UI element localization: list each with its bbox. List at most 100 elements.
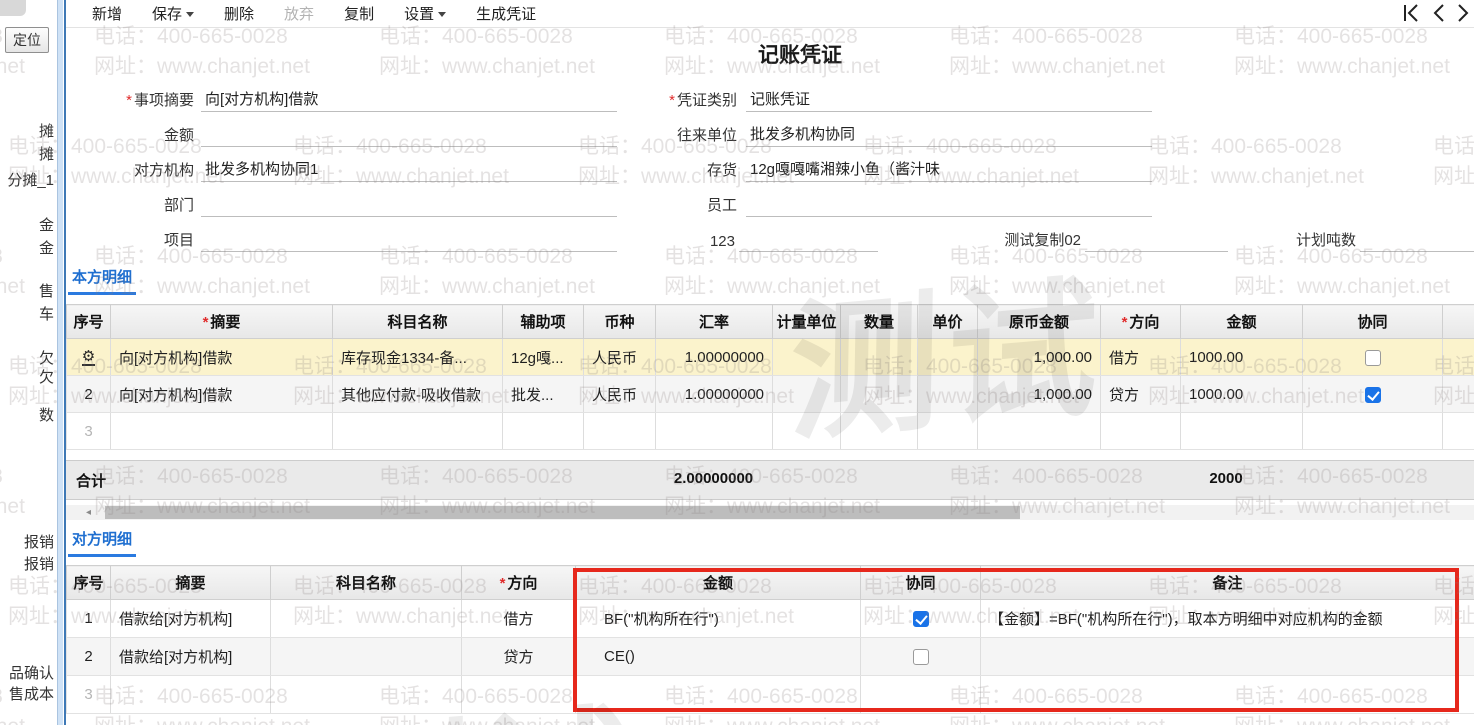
sidebar-item-fragment[interactable]: 品确认 (9, 662, 54, 683)
cell-direction[interactable]: 借方 (461, 599, 576, 638)
cell-account[interactable]: 其他应付款-吸收借款 (332, 375, 503, 413)
field-partner: 往来单位 批发多机构协同 (637, 121, 1157, 147)
cell-unit[interactable] (772, 375, 841, 413)
cell-direction[interactable]: 借方 (1100, 338, 1181, 376)
cell-summary[interactable]: 借款给[对方机构] (110, 637, 271, 676)
caret-down-icon (438, 12, 447, 17)
caret-down-icon (186, 12, 195, 17)
sidebar-item-fragment[interactable]: 摊 (39, 120, 54, 141)
cell-direction[interactable]: 贷方 (461, 637, 576, 676)
collab-checkbox[interactable] (912, 649, 929, 666)
settings-button[interactable]: 设置 (404, 3, 447, 24)
employee-input[interactable] (746, 214, 1152, 217)
counter-org-input[interactable]: 批发多机构协同1 (201, 158, 617, 182)
table-row: 2 向[对方机构]借款 其他应付款-吸收借款 批发... 人民币 1.00000… (66, 375, 1474, 413)
cell-note[interactable] (980, 637, 1474, 676)
sidebar-item-fragment[interactable]: 数 (39, 404, 54, 425)
page-title: 记账凭证 (758, 44, 842, 67)
totals-amount: 2000 (1209, 470, 1243, 487)
cell-summary[interactable]: 向[对方机构]借款 (110, 375, 333, 413)
cell-unit[interactable] (772, 338, 841, 376)
cell-seq[interactable]: 3 (66, 675, 111, 714)
collab-checkbox[interactable] (1364, 349, 1381, 366)
custom-123-input[interactable] (739, 249, 878, 252)
cell-seq[interactable]: 3 (66, 412, 111, 450)
next-record-icon[interactable] (1456, 2, 1472, 24)
custom-testcopy-input[interactable] (1085, 249, 1228, 252)
field-summary: * 事项摘要 向[对方机构]借款 (72, 86, 624, 112)
cell-summary[interactable]: 借款给[对方机构] (110, 599, 271, 638)
tab-local-detail[interactable]: 本方明细 (68, 266, 137, 295)
project-input[interactable] (201, 249, 617, 252)
new-button[interactable]: 新增 (92, 3, 122, 24)
table-row: 2 借款给[对方机构] 贷方 CE() (66, 637, 1474, 676)
inventory-input[interactable]: 12g嘎嘎嘴湘辣小鱼（酱汁味 (746, 158, 1152, 182)
collab-checkbox[interactable] (1364, 386, 1381, 403)
tab-counterparty-detail[interactable]: 对方明细 (68, 528, 137, 557)
summary-input[interactable]: 向[对方机构]借款 (201, 88, 617, 112)
sidebar-item-fragment[interactable]: 摊 (39, 143, 54, 164)
amount-input[interactable] (201, 144, 617, 147)
cell-price[interactable] (917, 338, 978, 376)
cell-account[interactable] (270, 599, 462, 638)
save-button[interactable]: 保存 (152, 3, 195, 24)
sidebar-item-fragment[interactable]: 售成本 (9, 683, 54, 704)
scroll-left-arrow-icon[interactable]: ◂ (86, 507, 91, 518)
row-settings-gear-icon[interactable]: ⚙ (81, 349, 96, 366)
table-row: 3 (66, 412, 1474, 450)
previous-record-icon[interactable] (1430, 2, 1446, 24)
sidebar-item-fragment[interactable]: 欠 (39, 347, 54, 368)
sidebar-item-fragment[interactable]: 欠 (39, 366, 54, 387)
table-row: ⚙ 向[对方机构]借款 库存现金1334-备... 12g嘎... 人民币 1.… (66, 338, 1474, 376)
cell-summary[interactable]: 向[对方机构]借款 (110, 338, 333, 376)
voucher-type-input[interactable]: 记账凭证 (746, 88, 1152, 112)
sidebar-item-fragment[interactable]: 分摊_1 (7, 169, 54, 190)
sidebar-item-fragment[interactable]: 金 (39, 214, 54, 235)
sidebar-item-fragment[interactable]: 售 (39, 280, 54, 301)
horizontal-scrollbar[interactable]: ◂ (66, 505, 1474, 520)
cell-amount-formula[interactable]: CE() (575, 637, 861, 676)
collab-checkbox[interactable] (912, 611, 929, 628)
cell-note[interactable]: 【金额】=BF("机构所在行")，取本方明细中对应机构的金额 (980, 599, 1474, 638)
cell-qty[interactable] (840, 375, 918, 413)
table-row: 3 (66, 675, 1474, 714)
cell-price[interactable] (917, 375, 978, 413)
cell-currency[interactable]: 人民币 (583, 338, 656, 376)
sidebar-item-fragment[interactable]: 报销 (24, 531, 54, 552)
cell-seq[interactable]: 2 (66, 375, 111, 413)
cell-rate[interactable]: 1.00000000 (655, 375, 773, 413)
cell-account[interactable]: 库存现金1334-备... (332, 338, 503, 376)
sidebar-divider[interactable] (57, 0, 66, 725)
table-header-row: 序号 * 摘要 科目名称 辅助项 币种 汇率 计量单位 数量 单价 原币金额 * 方… (66, 304, 1474, 339)
copy-button[interactable]: 复制 (344, 3, 374, 24)
cell-currency[interactable]: 人民币 (583, 375, 656, 413)
cell-orig-amount[interactable]: 1,000.00 (977, 338, 1101, 376)
scrollbar-thumb[interactable] (105, 506, 1020, 519)
cell-seq[interactable]: 1 (66, 599, 111, 638)
field-amount: 金额 (72, 121, 624, 147)
cell-orig-amount[interactable]: 1,000.00 (977, 375, 1101, 413)
sidebar-item-fragment[interactable]: 金 (39, 237, 54, 258)
cell-aux[interactable]: 12g嘎... (502, 338, 584, 376)
first-record-icon[interactable] (1402, 2, 1420, 24)
cell-aux[interactable]: 批发... (502, 375, 584, 413)
totals-label: 合计 (76, 473, 107, 490)
cell-rate[interactable]: 1.00000000 (655, 338, 773, 376)
sidebar-item-fragment[interactable]: 报销 (24, 553, 54, 574)
cell-account[interactable] (270, 637, 462, 676)
cell-amount[interactable]: 1000.00 (1180, 338, 1303, 376)
delete-button[interactable]: 删除 (224, 3, 254, 24)
cell-amount-formula[interactable]: BF("机构所在行") (575, 599, 861, 638)
partner-input[interactable]: 批发多机构协同 (746, 123, 1152, 147)
cell-direction[interactable]: 贷方 (1100, 375, 1181, 413)
department-input[interactable] (201, 214, 617, 217)
cell-seq[interactable]: 2 (66, 637, 111, 676)
field-voucher-type: * 凭证类别 记账凭证 (637, 86, 1157, 112)
sidebar-item-fragment[interactable]: 车 (39, 303, 54, 324)
custom-tonnage-input[interactable] (1360, 249, 1474, 252)
cell-qty[interactable] (840, 338, 918, 376)
totals-bar: 合计 2.00000000 2000 (66, 460, 1474, 500)
locate-button[interactable]: 定位 (5, 27, 49, 53)
generate-voucher-button[interactable]: 生成凭证 (476, 3, 536, 24)
cell-amount[interactable]: 1000.00 (1180, 375, 1303, 413)
